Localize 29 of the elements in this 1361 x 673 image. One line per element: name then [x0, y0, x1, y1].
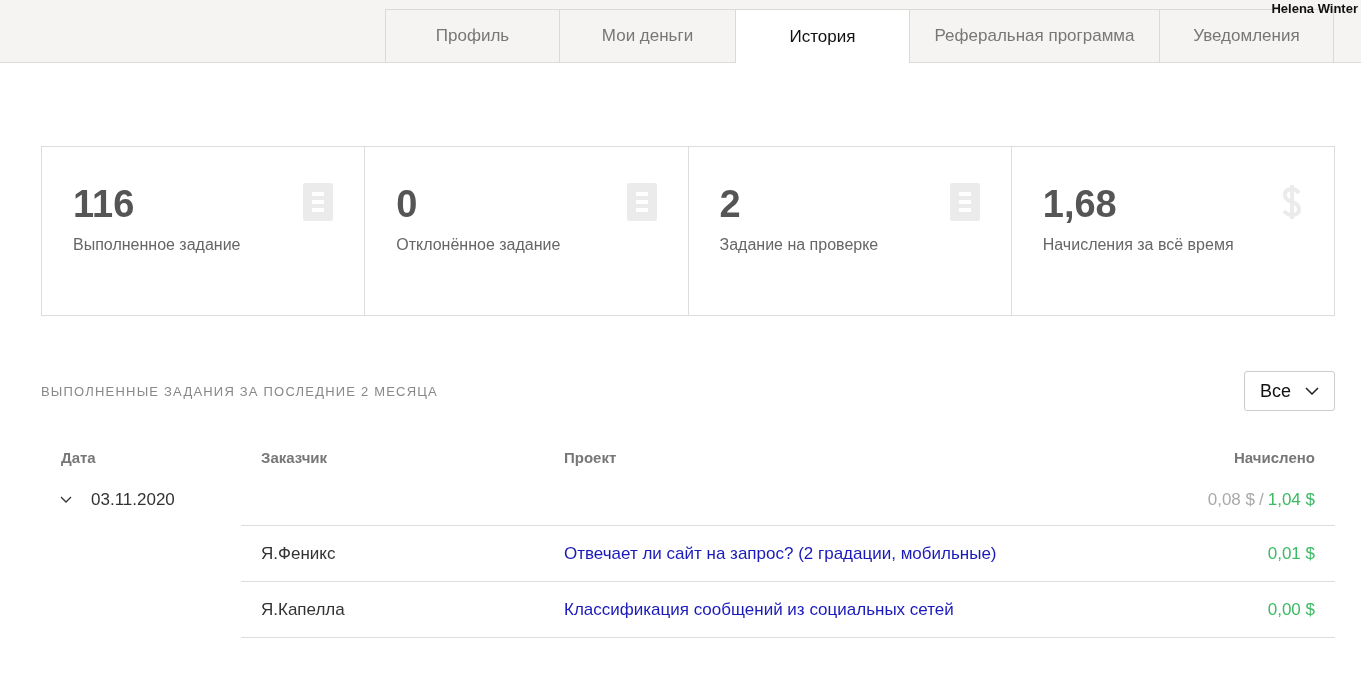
project-link[interactable]: Классификация сообщений из социальных сетей	[564, 599, 954, 619]
tab[interactable]: Реферальная программа	[909, 9, 1159, 62]
amount-cell-text: 0,01 $	[1266, 543, 1316, 564]
tab[interactable]: Мои деньги	[559, 9, 735, 62]
project-link[interactable]: Отвечает ли сайт на запрос? (2 градации, мобильные)	[564, 543, 997, 563]
customer-cell-text: Я.Феникс	[260, 543, 337, 564]
pending-amount: 0,08 $	[1207, 490, 1255, 509]
section-title: ВЫПОЛНЕННЫЕ ЗАДАНИЯ ЗА ПОСЛЕДНИЕ 2 МЕСЯЦА	[41, 383, 438, 399]
filter-dropdown[interactable]: Все	[1244, 371, 1335, 411]
stat-value: 116	[73, 183, 136, 226]
stat-value: 0	[396, 183, 419, 226]
column-header: Дата	[60, 449, 97, 468]
tab[interactable]: Профиль	[385, 9, 559, 62]
stat-label: Начисления за всё время	[1042, 236, 1234, 254]
stat-value: 1,68	[1042, 183, 1118, 226]
stat-label: Задание на проверке	[719, 236, 879, 254]
column-header: Начислено	[1233, 449, 1316, 468]
stat-label: Отклонённое задание	[396, 236, 561, 254]
stat-label: Выполненное задание	[73, 236, 241, 254]
separator: /	[1259, 490, 1264, 509]
tab[interactable]: История	[735, 9, 909, 63]
total-amount: 1,04 $	[1267, 490, 1315, 509]
column-header: Проект	[564, 449, 618, 468]
customer-cell-text: Я.Капелла	[260, 599, 346, 620]
date-cell: 03.11.2020	[91, 490, 175, 510]
stat-value: 2	[719, 183, 742, 226]
amount-cell-text: 0,00 $	[1266, 599, 1316, 620]
caret-icon	[1305, 387, 1319, 395]
column-header: Заказчик	[260, 449, 329, 468]
